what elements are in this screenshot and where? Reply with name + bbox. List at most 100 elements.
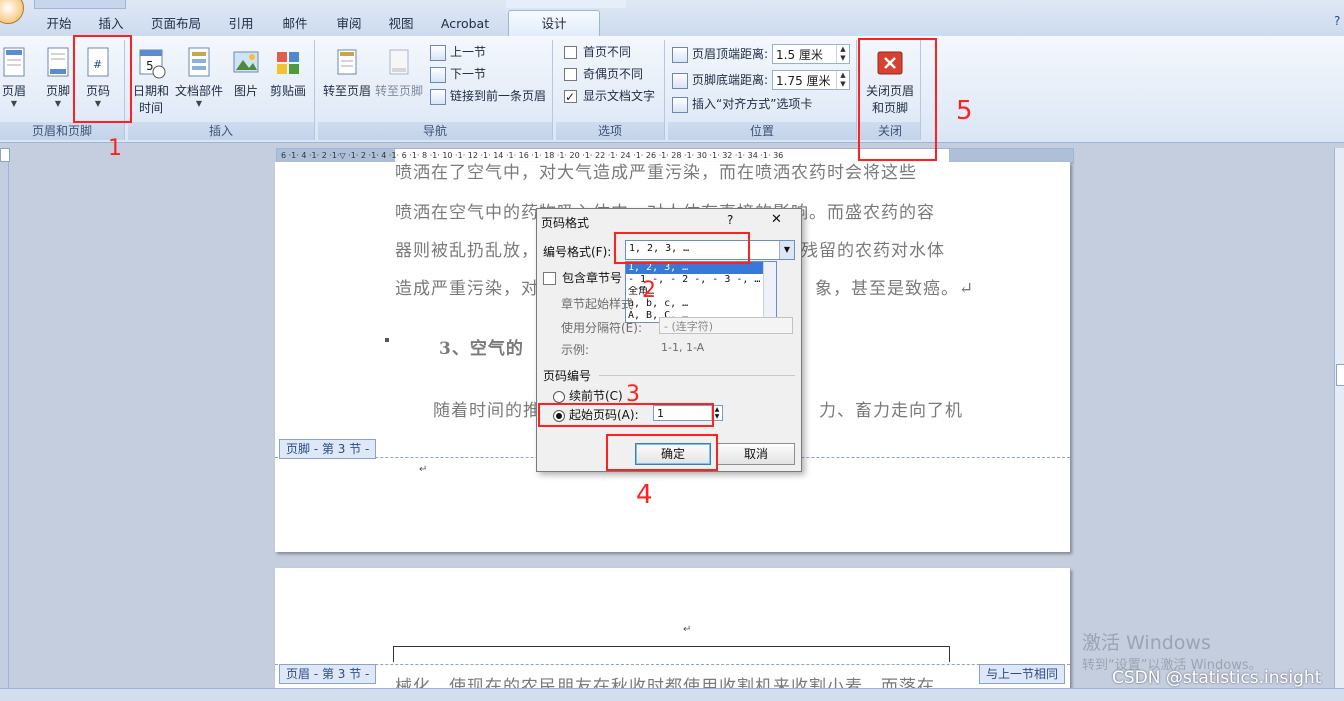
taskbar-fragment	[0, 688, 1344, 701]
paragraph-mark: ↵	[419, 464, 428, 475]
show-document-text-checkbox[interactable]: 显示文档文字	[564, 86, 655, 107]
annotation-box-5	[858, 38, 937, 161]
document-page-2[interactable]: ↵ 页眉 - 第 3 节 - 与上一节相同 械化。使现在的农民朋友在秋收时都使用…	[275, 568, 1070, 700]
left-margin-bar	[0, 148, 9, 688]
footer-button[interactable]: 页脚 ▼	[40, 42, 76, 109]
separator-select[interactable]: - (连字符)	[659, 317, 793, 334]
insert-alignment-tab-button[interactable]: 插入“对齐方式”选项卡	[672, 94, 812, 114]
prev-section-button[interactable]: 上一节	[430, 42, 486, 62]
next-section-icon	[430, 66, 446, 83]
annotation-number-5: 5	[956, 96, 973, 126]
chevron-down-icon[interactable]: ▼	[779, 241, 794, 259]
document-parts-button[interactable]: 文档部件 ▼	[172, 42, 226, 109]
close-icon[interactable]: ✕	[771, 212, 782, 227]
ruler-right-margin	[949, 149, 1073, 163]
cancel-button[interactable]: 取消	[717, 443, 795, 465]
body-text-line: 器则被乱扔乱放，	[395, 241, 539, 261]
vertical-scrollbar[interactable]	[1334, 148, 1344, 688]
ribbon: 页眉 ▼ 页脚 ▼ # 页码 ▼ 页眉和页脚 5 日期和 时间 文档部件 ▼ 图片 剪贴画	[0, 36, 1344, 143]
prev-section-icon	[430, 44, 446, 61]
tab-home[interactable]: 开始	[42, 14, 76, 34]
footer-distance-icon	[672, 72, 688, 89]
first-page-different-checkbox[interactable]: 首页不同	[564, 42, 631, 62]
bullet-mark	[385, 338, 389, 342]
office-button[interactable]	[0, 0, 24, 24]
header-icon	[0, 46, 29, 80]
footer-bottom-distance-input[interactable]: 1.75 厘米 ▲ ▼	[772, 70, 850, 90]
group-insert: 5 日期和 时间 文档部件 ▼ 图片 剪贴画 插入	[128, 40, 315, 140]
header-boundary	[275, 664, 1070, 665]
number-format-label: 编号格式(F):	[543, 245, 612, 259]
help-icon[interactable]: ?	[727, 213, 733, 227]
tab-mailings[interactable]: 邮件	[280, 14, 310, 34]
footer-section-tag: 页脚 - 第 3 节 -	[279, 439, 377, 459]
ribbon-tab-bar: 开始 插入 页面布局 引用 邮件 审阅 视图 Acrobat 设计 ?	[0, 0, 1344, 38]
header-rule-left	[393, 646, 394, 662]
separator-label: 使用分隔符(E):	[561, 321, 642, 335]
checkbox-checked-icon	[564, 87, 577, 107]
footer-icon	[43, 46, 73, 80]
tab-references[interactable]: 引用	[226, 14, 256, 34]
annotation-box-4	[606, 434, 718, 471]
paragraph-mark: ↵	[683, 624, 692, 635]
numbering-section-title: 页码编号	[543, 369, 592, 383]
group-label-navigation: 导航	[318, 122, 552, 140]
annotation-number-4: 4	[636, 480, 653, 510]
tab-view[interactable]: 视图	[386, 14, 416, 34]
calendar-icon: 5	[136, 46, 166, 80]
include-chapter-checkbox[interactable]: 包含章节号	[543, 269, 622, 286]
checkbox-icon	[543, 272, 556, 285]
goto-header-icon	[332, 46, 362, 80]
group-position: 页眉顶端距离: 1.5 厘米 ▲ ▼ 页脚底端距离: 1.75 厘米 ▲ ▼ 插入“对齐…	[668, 40, 857, 140]
spin-arrows-icon[interactable]: ▲ ▼	[836, 45, 849, 63]
section-heading: 3、空气的	[439, 339, 524, 359]
tab-acrobat[interactable]: Acrobat	[436, 14, 494, 34]
body-text-line: 随着时间的推	[433, 401, 541, 421]
scroll-thumb[interactable]	[1336, 364, 1344, 386]
goto-header-button[interactable]: 转至页眉	[322, 42, 372, 99]
footer-bottom-distance-label: 页脚底端距离:	[672, 70, 768, 90]
ruler-ticks: 6 ·1· 4 ·1· 2 ·1·▽ ·1· 2 ·1· 4 ·1· 6 ·1·…	[281, 151, 784, 160]
goto-footer-icon	[384, 46, 414, 80]
tab-page-layout[interactable]: 页面布局	[148, 14, 204, 34]
checkbox-icon	[564, 68, 577, 81]
body-text-line: 造成严重污染，对	[395, 279, 539, 299]
tab-design[interactable]: 设计	[508, 10, 600, 38]
tab-insert[interactable]: 插入	[96, 14, 126, 34]
link-to-previous-button[interactable]: 链接到前一条页眉	[430, 86, 546, 106]
help-icon[interactable]: ?	[1334, 14, 1344, 28]
header-rule-right	[949, 646, 950, 662]
csdn-credit: CSDN @statistics.insight	[1112, 668, 1322, 688]
picture-button[interactable]: 图片	[228, 42, 264, 99]
group-label-options: 选项	[556, 122, 664, 140]
header-top-distance-input[interactable]: 1.5 厘米 ▲ ▼	[772, 44, 850, 64]
picture-icon	[231, 46, 261, 80]
example-value: 1-1, 1-A	[661, 341, 705, 354]
tab-review[interactable]: 审阅	[334, 14, 364, 34]
group-label-header-footer: 页眉和页脚	[0, 122, 124, 140]
title-bar-fragment	[506, 0, 626, 8]
header-distance-icon	[672, 46, 688, 63]
quick-access-toolbar[interactable]	[34, 0, 126, 9]
header-button[interactable]: 页眉 ▼	[0, 42, 32, 109]
annotation-box-1	[73, 35, 132, 123]
annotation-number-1: 1	[108, 136, 122, 161]
list-scrollbar[interactable]	[763, 262, 776, 322]
next-section-button[interactable]: 下一节	[430, 64, 486, 84]
ruler-toggle-icon[interactable]	[0, 148, 10, 162]
group-navigation: 转至页眉 转至页脚 上一节 下一节 链接到前一条页眉 导航	[318, 40, 553, 140]
header-section-tag: 页眉 - 第 3 节 -	[279, 664, 377, 684]
date-time-button[interactable]: 5 日期和 时间	[130, 42, 172, 116]
odd-even-different-checkbox[interactable]: 奇偶页不同	[564, 64, 643, 84]
spin-arrows-icon[interactable]: ▲ ▼	[836, 71, 849, 89]
continue-previous-radio[interactable]: 续前节(C)	[553, 387, 623, 404]
section-divider	[599, 375, 795, 376]
goto-footer-button[interactable]: 转至页脚	[374, 42, 424, 99]
annotation-number-2: 2	[642, 278, 656, 303]
clip-art-button[interactable]: 剪贴画	[268, 42, 308, 99]
example-label: 示例:	[561, 343, 590, 357]
annotation-box-2	[614, 232, 750, 264]
group-label-position: 位置	[668, 122, 856, 140]
alignment-tab-icon	[672, 96, 688, 113]
checkbox-icon	[564, 46, 577, 59]
